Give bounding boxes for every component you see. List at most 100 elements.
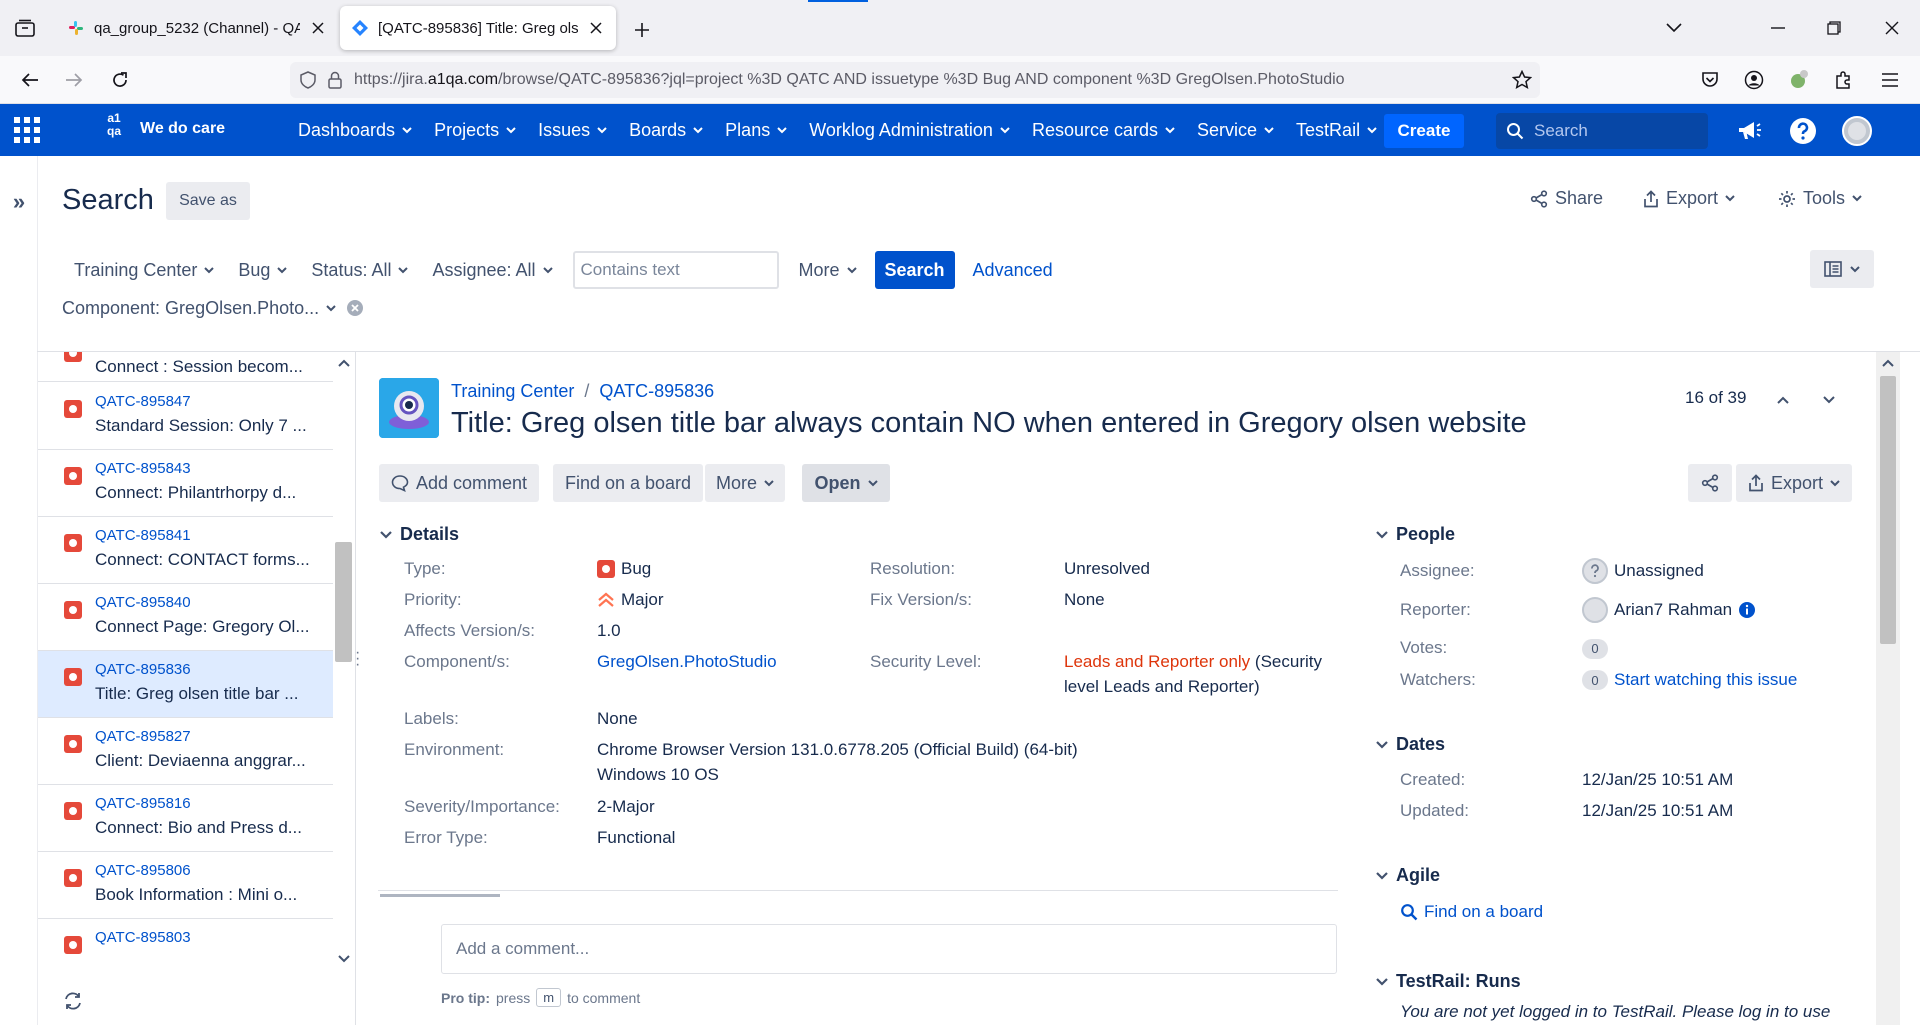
create-button[interactable]: Create — [1384, 114, 1464, 148]
add-comment-button[interactable]: Add comment — [379, 464, 539, 502]
lock-icon[interactable] — [328, 71, 342, 89]
affects-version-value[interactable]: 1.0 — [597, 621, 621, 641]
reporter-value[interactable]: Arian7 Rahman — [1582, 597, 1756, 623]
description-section-toggle[interactable] — [378, 890, 1338, 902]
assignee-value[interactable]: Unassigned — [1582, 558, 1704, 584]
menu-testrail[interactable]: TestRail — [1296, 120, 1377, 141]
export-button[interactable]: Export — [1643, 188, 1735, 209]
scroll-up-icon[interactable] — [1877, 352, 1899, 374]
scroll-thumb[interactable] — [335, 542, 352, 662]
watchers-count[interactable]: 0 — [1582, 670, 1608, 690]
component-filter[interactable]: Component: GregOlsen.Photo... — [62, 290, 336, 326]
new-tab-icon[interactable] — [628, 16, 656, 44]
find-on-board-button[interactable]: Find on a board — [553, 464, 703, 502]
breadcrumb-issue-key-link[interactable]: QATC-895836 — [599, 381, 714, 402]
minimize-window-icon[interactable] — [1758, 12, 1798, 44]
menu-dashboards[interactable]: Dashboards — [298, 120, 412, 141]
status-open-button[interactable]: Open — [802, 464, 890, 502]
reload-icon[interactable] — [104, 64, 136, 96]
list-item[interactable]: QATC-895841 Connect: CONTACT forms... — [38, 517, 333, 584]
testrail-section-toggle[interactable]: TestRail: Runs — [1376, 971, 1521, 992]
menu-service[interactable]: Service — [1197, 120, 1274, 141]
list-item[interactable]: QATC-895806 Book Information : Mini o... — [38, 852, 333, 919]
start-watching-link[interactable]: Start watching this issue — [1614, 670, 1797, 690]
announcement-megaphone-icon[interactable] — [1734, 116, 1764, 146]
project-filter[interactable]: Training Center — [62, 252, 226, 288]
assignee-filter[interactable]: Assignee: All — [420, 252, 564, 288]
more-actions-button[interactable]: More — [705, 464, 785, 502]
expand-sidebar-icon[interactable]: » — [8, 188, 30, 216]
close-tab-icon[interactable] — [310, 20, 326, 36]
share-button[interactable]: Share — [1530, 188, 1603, 209]
close-tab-icon[interactable] — [588, 20, 604, 36]
browser-tab-slack[interactable]: qa_group_5232 (Channel) - QA — [56, 6, 338, 50]
next-issue-icon[interactable] — [1819, 390, 1839, 410]
scroll-down-icon[interactable] — [333, 948, 355, 970]
issue-list-scrollbar[interactable] — [333, 352, 355, 970]
browser-tab-jira[interactable]: [QATC-895836] Title: Greg olsen — [340, 6, 616, 50]
menu-boards[interactable]: Boards — [629, 120, 703, 141]
save-as-button[interactable]: Save as — [166, 182, 250, 220]
list-item[interactable]: Connect : Session becom... — [38, 352, 333, 382]
list-item[interactable]: QATC-895827 Client: Deviaenna anggrar... — [38, 718, 333, 785]
add-comment-input[interactable]: Add a comment... — [441, 924, 1337, 974]
contains-text-input[interactable] — [572, 251, 779, 289]
menu-issues[interactable]: Issues — [538, 120, 607, 141]
tools-button[interactable]: Tools — [1778, 188, 1862, 209]
type-filter[interactable]: Bug — [226, 252, 299, 288]
extensions-puzzle-icon[interactable] — [1828, 64, 1860, 96]
agile-section-toggle[interactable]: Agile — [1376, 865, 1440, 886]
export-issue-button[interactable]: Export — [1736, 464, 1852, 502]
breadcrumb-project-link[interactable]: Training Center — [451, 381, 574, 402]
bookmark-star-icon[interactable] — [1512, 70, 1532, 90]
project-avatar[interactable] — [379, 378, 439, 438]
list-item[interactable]: QATC-895803 — [38, 919, 333, 970]
status-filter[interactable]: Status: All — [299, 252, 420, 288]
forward-arrow-icon[interactable] — [58, 64, 90, 96]
advanced-search-link[interactable]: Advanced — [973, 260, 1053, 281]
resize-grip-icon[interactable]: · · · — [355, 645, 360, 673]
component-link[interactable]: GregOlsen.PhotoStudio — [597, 652, 777, 672]
info-icon[interactable] — [1738, 601, 1756, 619]
list-item[interactable]: QATC-895843 Connect: Philantrhorpy d... — [38, 450, 333, 517]
account-icon[interactable] — [1738, 64, 1770, 96]
previous-issue-icon[interactable] — [1773, 390, 1793, 410]
restore-window-icon[interactable] — [1814, 12, 1854, 44]
tracking-shield-icon[interactable] — [300, 71, 316, 89]
menu-resource-cards[interactable]: Resource cards — [1032, 120, 1175, 141]
dates-section-toggle[interactable]: Dates — [1376, 734, 1445, 755]
list-item[interactable]: QATC-895840 Connect Page: Gregory Ol... — [38, 584, 333, 651]
back-arrow-icon[interactable] — [14, 64, 46, 96]
help-icon[interactable] — [1788, 116, 1818, 146]
menu-projects[interactable]: Projects — [434, 120, 516, 141]
scroll-up-icon[interactable] — [333, 352, 355, 374]
menu-worklog-administration[interactable]: Worklog Administration — [809, 120, 1010, 141]
more-filter[interactable]: More — [787, 252, 869, 288]
refresh-icon[interactable] — [62, 990, 84, 1012]
header-search-input[interactable] — [1534, 121, 1694, 141]
header-search[interactable] — [1496, 113, 1708, 149]
search-button[interactable]: Search — [874, 251, 955, 289]
layout-switcher-button[interactable] — [1810, 250, 1874, 288]
app-switcher-icon[interactable] — [14, 117, 40, 143]
issue-title[interactable]: Title: Greg olsen title bar always conta… — [451, 407, 1527, 440]
detail-scrollbar[interactable] — [1876, 352, 1900, 1025]
brand-tagline[interactable]: We do care — [140, 120, 225, 138]
close-window-icon[interactable] — [1872, 12, 1912, 44]
menu-plans[interactable]: Plans — [725, 120, 787, 141]
clear-filter-icon[interactable] — [346, 299, 364, 317]
share-issue-button[interactable] — [1688, 464, 1732, 502]
list-all-tabs-icon[interactable] — [1654, 12, 1694, 44]
agile-find-on-board-link[interactable]: Find on a board — [1400, 902, 1543, 922]
address-bar[interactable]: https://jira.a1qa.com/browse/QATC-895836… — [290, 62, 1540, 98]
panel-splitter[interactable] — [355, 352, 356, 1025]
details-section-toggle[interactable]: Details — [380, 524, 459, 545]
list-item[interactable]: QATC-895847 Standard Session: Only 7 ... — [38, 383, 333, 450]
people-section-toggle[interactable]: People — [1376, 524, 1455, 545]
votes-value[interactable]: 0 — [1582, 638, 1608, 659]
user-avatar[interactable] — [1842, 116, 1872, 146]
scroll-thumb[interactable] — [1880, 376, 1896, 644]
list-item-selected[interactable]: QATC-895836 Title: Greg olsen title bar … — [38, 651, 333, 718]
company-logo[interactable]: a1 qa — [100, 112, 128, 148]
tab-list-icon[interactable] — [10, 14, 40, 42]
